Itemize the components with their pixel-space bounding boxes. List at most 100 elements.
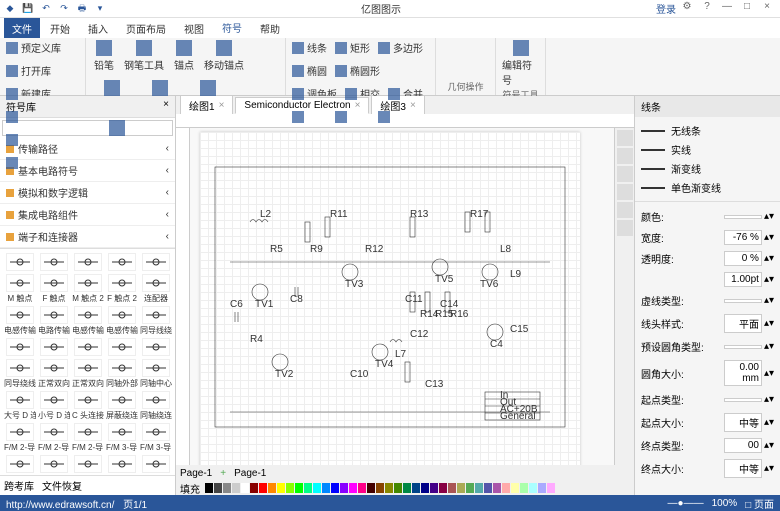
color-swatch[interactable] <box>205 483 213 493</box>
symbol-item[interactable] <box>4 338 36 357</box>
symbol-item[interactable]: F/M 3-导… <box>140 423 172 453</box>
symbol-item[interactable]: M 触点 <box>4 274 36 304</box>
ribbon-item[interactable]: 锚点 <box>172 40 196 72</box>
symbol-item[interactable]: F 触点 2 <box>106 274 138 304</box>
color-swatch[interactable] <box>223 483 231 493</box>
tab-symbol[interactable]: 符号 <box>214 17 250 40</box>
category-item[interactable]: 基本电路符号‹ <box>0 160 175 182</box>
color-swatch[interactable] <box>313 483 321 493</box>
tool-align-icon[interactable] <box>617 220 633 236</box>
symbol-item[interactable] <box>72 338 104 357</box>
ribbon-item[interactable]: 编辑符号 <box>502 40 539 87</box>
symbol-item[interactable]: F 触点 <box>38 274 70 304</box>
tab-close-icon[interactable]: × <box>355 100 361 111</box>
color-swatch[interactable] <box>502 483 510 493</box>
symbol-item[interactable]: 电感传输 <box>72 306 104 336</box>
page-tab-2[interactable]: Page-1 <box>234 468 266 479</box>
prop-value[interactable] <box>724 398 762 402</box>
color-swatch[interactable] <box>331 483 339 493</box>
color-swatch[interactable] <box>484 483 492 493</box>
tab-start[interactable]: 开始 <box>42 18 78 39</box>
symbol-item[interactable]: 同导绕线头 <box>4 359 36 389</box>
prop-value[interactable]: 0.00 mm <box>724 360 762 386</box>
category-item[interactable]: 传输路径‹ <box>0 138 175 160</box>
color-swatch[interactable] <box>295 483 303 493</box>
stepper-icon[interactable]: ▴▾ <box>764 341 774 352</box>
prop-value[interactable]: 0 % <box>724 251 762 266</box>
symbol-item[interactable] <box>72 253 104 272</box>
settings-icon[interactable]: ⚙ <box>678 1 696 16</box>
color-swatch[interactable] <box>529 483 537 493</box>
qat-print-icon[interactable]: 🖶 <box>76 3 88 15</box>
linetype-option[interactable]: 实线 <box>641 140 774 159</box>
stepper-icon[interactable]: ▴▾ <box>764 253 774 264</box>
symbol-item[interactable]: F/M 3-导… <box>4 455 36 475</box>
ribbon-item[interactable]: 椭圆 <box>292 63 327 78</box>
color-swatch[interactable] <box>286 483 294 493</box>
stepper-icon[interactable]: ▴▾ <box>764 295 774 306</box>
login-link[interactable]: 登录 <box>656 1 676 16</box>
symbol-item[interactable] <box>106 253 138 272</box>
library-close-icon[interactable]: × <box>163 99 169 114</box>
symbol-item[interactable]: 配器 <box>106 455 138 475</box>
color-swatch[interactable] <box>457 483 465 493</box>
qat-redo-icon[interactable]: ↷ <box>58 3 70 15</box>
window-close[interactable]: × <box>758 1 776 16</box>
color-swatch[interactable] <box>358 483 366 493</box>
symbol-item[interactable]: 电感传输 <box>106 306 138 336</box>
symbol-item[interactable]: 三导线线头 <box>140 455 172 475</box>
ribbon-item[interactable]: 预定义库 <box>6 40 61 55</box>
stepper-icon[interactable]: ▴▾ <box>764 368 774 379</box>
linetype-option[interactable]: 单色渐变线 <box>641 178 774 197</box>
tab-insert[interactable]: 插入 <box>80 18 116 39</box>
color-swatch[interactable] <box>259 483 267 493</box>
symbol-item[interactable]: 同轴中心… <box>140 359 172 389</box>
symbol-item[interactable]: C 头连接器 <box>72 391 104 421</box>
symbol-item[interactable] <box>38 338 70 357</box>
canvas-page[interactable]: TV1TV2TV3TV4TV5TV6C4C6C8C10C11C12C13C14C… <box>190 128 614 465</box>
symbol-item[interactable]: 正常双向… <box>72 359 104 389</box>
tool-format-icon[interactable] <box>617 130 633 146</box>
color-swatch[interactable] <box>322 483 330 493</box>
color-swatch[interactable] <box>394 483 402 493</box>
window-min[interactable]: — <box>718 1 736 16</box>
stepper-icon[interactable]: ▴▾ <box>764 274 774 285</box>
stepper-icon[interactable]: ▴▾ <box>764 463 774 474</box>
color-swatch[interactable] <box>340 483 348 493</box>
color-swatch[interactable] <box>412 483 420 493</box>
symbol-item[interactable]: 电路传输 <box>38 306 70 336</box>
prop-value[interactable]: 00 <box>724 438 762 453</box>
color-swatch[interactable] <box>493 483 501 493</box>
qat-more-icon[interactable]: ▾ <box>94 3 106 15</box>
ribbon-item[interactable]: 钢笔工具 <box>124 40 164 72</box>
qat-save-icon[interactable]: 💾 <box>22 3 34 15</box>
ribbon-item[interactable]: 多边形 <box>378 40 423 55</box>
color-swatch[interactable] <box>367 483 375 493</box>
symbol-item[interactable]: 连配器 <box>140 274 172 304</box>
category-item[interactable]: 模拟和数字逻辑‹ <box>0 182 175 204</box>
ribbon-item[interactable]: 打开库 <box>6 63 51 78</box>
prop-value[interactable]: 平面 <box>724 314 762 333</box>
symbol-item[interactable]: 正常双向… <box>38 359 70 389</box>
ribbon-item[interactable]: 椭圆形 <box>335 63 380 78</box>
symbol-item[interactable]: 同轴外部… <box>106 359 138 389</box>
color-swatch[interactable] <box>304 483 312 493</box>
color-swatch[interactable] <box>439 483 447 493</box>
color-swatch[interactable] <box>250 483 258 493</box>
symbol-item[interactable]: 同轴绕连/… <box>140 391 172 421</box>
tool-text-icon[interactable] <box>617 184 633 200</box>
symbol-item[interactable] <box>38 253 70 272</box>
tool-layer-icon[interactable] <box>617 202 633 218</box>
tab-layout[interactable]: 页面布局 <box>118 18 174 39</box>
symbol-item[interactable] <box>4 253 36 272</box>
prop-value[interactable]: 1.00pt <box>724 272 762 287</box>
stepper-icon[interactable]: ▴▾ <box>764 211 774 222</box>
color-swatch[interactable] <box>430 483 438 493</box>
linetype-option[interactable]: 无线条 <box>641 121 774 140</box>
symbol-item[interactable]: 屏蔽绕连/… <box>106 391 138 421</box>
symbol-item[interactable]: F/M 3-导… <box>38 455 70 475</box>
ribbon-item[interactable]: 矩形 <box>335 40 370 55</box>
symbol-item[interactable] <box>140 338 172 357</box>
symbol-item[interactable]: F/M 2-导… <box>4 423 36 453</box>
stepper-icon[interactable]: ▴▾ <box>764 440 774 451</box>
